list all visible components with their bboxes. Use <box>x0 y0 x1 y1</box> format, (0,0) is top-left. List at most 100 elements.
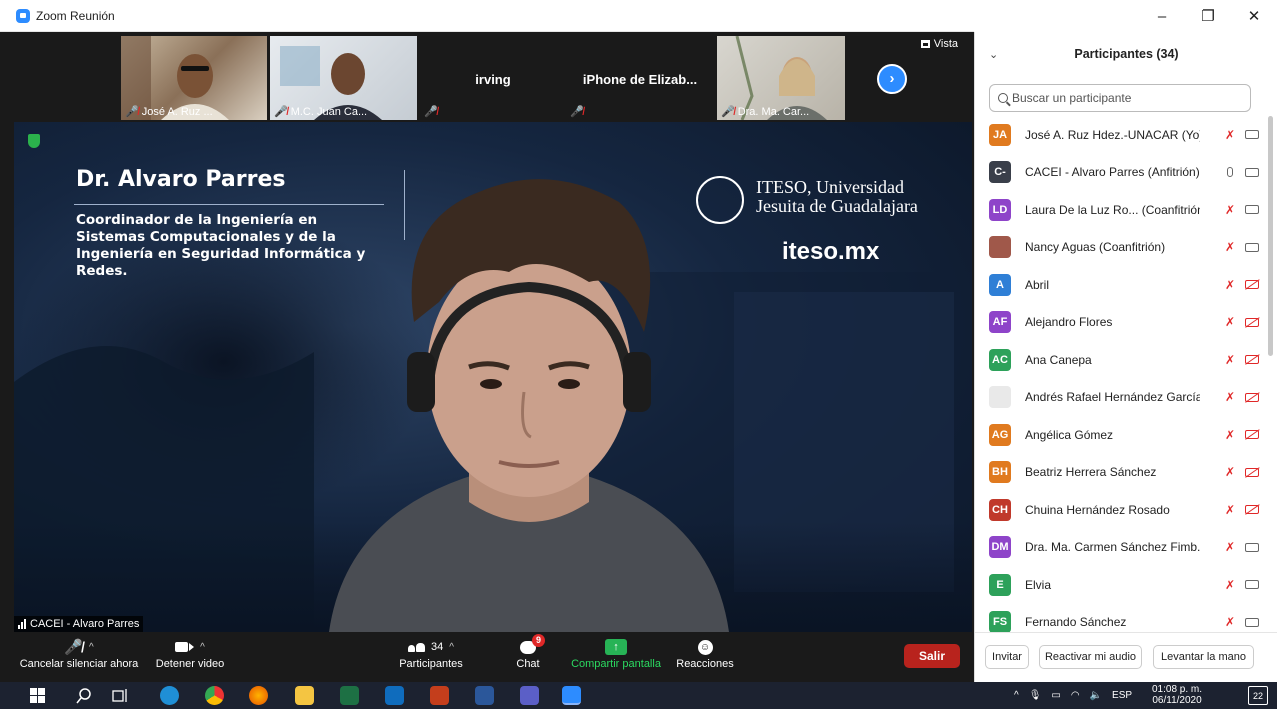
leave-meeting-button[interactable]: Salir <box>904 644 960 668</box>
video-camera-icon <box>1245 205 1259 215</box>
participant-row[interactable]: A Abril ✗ <box>975 266 1265 304</box>
participant-name: Alejandro Flores <box>1025 315 1113 330</box>
chat-unread-badge: 9 <box>532 633 545 647</box>
raise-hand-button[interactable]: Levantar la mano <box>1153 645 1254 669</box>
video-camera-icon <box>1245 242 1259 252</box>
excel-icon[interactable] <box>340 686 359 705</box>
participant-name: Angélica Gómez <box>1025 427 1114 442</box>
video-thumbnail[interactable]: iPhone de Elizab... 🎤̸ <box>566 36 714 120</box>
mic-muted-icon: ✗ <box>1224 540 1236 555</box>
mic-muted-icon: ✗ <box>1224 390 1236 405</box>
participant-row[interactable]: Nancy Aguas (Coanfitrión) ✗ <box>975 229 1265 267</box>
mic-muted-icon: 🎤̸ <box>570 106 584 118</box>
invite-button[interactable]: Invitar <box>985 645 1029 669</box>
maximize-button[interactable]: ❐ <box>1185 7 1231 25</box>
chrome-browser-icon[interactable] <box>205 686 224 705</box>
slide-divider-vertical <box>404 170 405 240</box>
word-icon[interactable] <box>475 686 494 705</box>
participant-row[interactable]: AF Alejandro Flores ✗ <box>975 304 1265 342</box>
participant-row[interactable]: DM Dra. Ma. Carmen Sánchez Fimb... ✗ <box>975 529 1265 567</box>
video-camera-icon <box>1245 167 1259 177</box>
iteso-logo-icon <box>696 176 744 224</box>
participant-row[interactable]: C- CACEI - Alvaro Parres (Anfitrión) <box>975 154 1265 192</box>
taskbar-clock[interactable]: 01:08 p. m. 06/11/2020 <box>1152 684 1202 706</box>
video-thumbnail[interactable]: irving 🎤̸ <box>420 36 566 120</box>
participants-button[interactable]: 34 ^ Participantes <box>396 636 466 670</box>
task-view-icon[interactable] <box>112 688 128 704</box>
next-page-button[interactable]: › <box>877 64 907 94</box>
avatar: CH <box>989 498 1011 521</box>
unmute-button[interactable]: 🎤̸ ^ Cancelar silenciar ahora <box>18 636 140 670</box>
mic-muted-icon: ✗ <box>1224 352 1236 367</box>
zoom-app-icon[interactable] <box>562 686 581 705</box>
language-indicator[interactable]: ESP <box>1112 690 1132 701</box>
search-input[interactable] <box>1012 91 1232 105</box>
video-camera-icon <box>175 642 195 652</box>
participant-row[interactable]: AG Angélica Gómez ✗ <box>975 416 1265 454</box>
participant-row[interactable]: E Elvia ✗ <box>975 566 1265 604</box>
notification-center-button[interactable]: 22 <box>1248 686 1268 705</box>
participant-row[interactable]: FS Fernando Sánchez ✗ <box>975 604 1265 632</box>
view-button[interactable]: Vista <box>920 38 958 50</box>
file-explorer-icon[interactable] <box>295 686 314 705</box>
mic-muted-icon: 🎤̸ <box>424 106 438 118</box>
thumbnail-name: iPhone de Elizab... <box>582 72 698 87</box>
share-screen-button[interactable]: ↑ Compartir pantalla <box>568 636 664 670</box>
wifi-icon[interactable]: ◠ <box>1071 690 1080 701</box>
battery-icon[interactable]: ▭ <box>1051 690 1060 701</box>
microphone-icon[interactable]: 🎙 <box>1029 690 1042 701</box>
caret-up-icon[interactable]: ^ <box>200 642 205 653</box>
mic-muted-icon: ✗ <box>1224 465 1236 480</box>
participant-name: CACEI - Alvaro Parres (Anfitrión) <box>1025 165 1200 180</box>
slide-speaker-name: Dr. Alvaro Parres <box>76 167 286 192</box>
chevron-down-icon[interactable]: ⌄ <box>989 48 998 61</box>
thumbnail-label: 🎤̸ M.C. Juan Ca... <box>274 105 368 119</box>
avatar: AG <box>989 423 1011 446</box>
powerpoint-icon[interactable] <box>430 686 449 705</box>
search-icon[interactable] <box>76 688 92 704</box>
chat-button[interactable]: 9 Chat <box>510 633 546 670</box>
participant-row[interactable]: CH Chuina Hernández Rosado ✗ <box>975 491 1265 529</box>
close-button[interactable]: ✕ <box>1231 7 1277 25</box>
caret-up-icon[interactable]: ^ <box>449 642 454 653</box>
panel-header: ⌄ Participantes (34) <box>975 32 1277 76</box>
volume-icon[interactable]: 🔈 <box>1090 690 1102 701</box>
video-thumbnail[interactable]: 🎤̸ Dra. Ma. Car... <box>717 36 845 120</box>
firefox-browser-icon[interactable] <box>249 686 268 705</box>
unmute-all-button[interactable]: Reactivar mi audio <box>1039 645 1142 669</box>
participant-name: José A. Ruz Hdez.-UNACAR (Yo) <box>1025 127 1200 142</box>
participant-row[interactable]: LD Laura De la Luz Ro... (Coanfitrión) ✗ <box>975 191 1265 229</box>
thumbnail-label: 🎤̸ <box>570 105 584 118</box>
windows-start-icon[interactable] <box>30 688 46 704</box>
participant-status: ✗ <box>1224 454 1259 492</box>
scrollbar[interactable] <box>1268 116 1273 356</box>
window-title: Zoom Reunión <box>36 8 115 23</box>
participant-name: Abril <box>1025 277 1050 292</box>
participant-search[interactable] <box>989 84 1251 112</box>
avatar: AF <box>989 311 1011 334</box>
participant-status: ✗ <box>1224 379 1259 417</box>
avatar: AC <box>989 348 1011 371</box>
stop-video-button[interactable]: ^ Detener video <box>152 636 228 671</box>
avatar <box>989 236 1011 259</box>
participant-row[interactable]: BH Beatriz Herrera Sánchez ✗ <box>975 454 1265 492</box>
video-thumbnail[interactable]: 🎤̸ M.C. Juan Ca... <box>270 36 417 120</box>
participant-status: ✗ <box>1224 529 1259 567</box>
video-thumbnail[interactable]: 🎤̸ José A. Ruz ... <box>121 36 267 120</box>
teams-icon[interactable] <box>520 686 539 705</box>
edge-browser-icon[interactable] <box>160 686 179 705</box>
org-url: iteso.mx <box>782 238 880 265</box>
caret-up-icon[interactable]: ^ <box>89 642 94 653</box>
minimize-button[interactable]: – <box>1139 8 1185 25</box>
slide-speaker-role: Coordinador de la Ingeniería en Sistemas… <box>76 212 366 279</box>
reactions-button[interactable]: ☺ Reacciones <box>674 636 736 670</box>
zoom-logo-icon <box>16 8 30 23</box>
mic-muted-icon: ✗ <box>1224 615 1236 630</box>
participant-row[interactable]: JA José A. Ruz Hdez.-UNACAR (Yo) ✗ <box>975 116 1265 154</box>
participant-name: Ana Canepa <box>1025 352 1092 367</box>
outlook-icon[interactable] <box>385 686 404 705</box>
chevron-up-icon[interactable]: ^ <box>1014 690 1019 701</box>
participant-row[interactable]: Andrés Rafael Hernández García ✗ <box>975 379 1265 417</box>
mic-muted-icon: 🎤̸ <box>64 639 83 656</box>
participant-row[interactable]: AC Ana Canepa ✗ <box>975 341 1265 379</box>
